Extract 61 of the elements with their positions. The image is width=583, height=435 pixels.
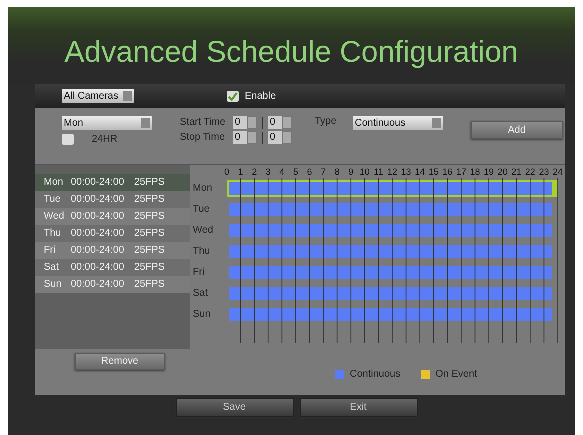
- hour-label: 20: [498, 167, 508, 177]
- exit-button[interactable]: Exit: [300, 398, 418, 417]
- day-label: Sun: [192, 309, 212, 320]
- schedule-entry[interactable]: Tue 00:00-24:00 25FPS: [35, 191, 190, 208]
- hour-label: 23: [539, 167, 550, 177]
- schedule-entry[interactable]: Thu 00:00-24:00 25FPS: [35, 225, 190, 242]
- type-dropdown[interactable]: Continuous: [353, 116, 443, 130]
- legend-label: Continuous: [350, 369, 401, 380]
- enable-checkbox[interactable]: [227, 90, 239, 102]
- hour-label: 2: [252, 167, 258, 177]
- enable-label: Enable: [245, 90, 276, 102]
- time-spinbox[interactable]: 0: [233, 131, 247, 144]
- hour-label: 6: [307, 167, 312, 177]
- hour-label: 24: [553, 167, 563, 177]
- day-label: Sat: [192, 288, 210, 299]
- day-timeline[interactable]: [227, 180, 558, 197]
- hour-label: 9: [348, 167, 354, 177]
- all-day-label: 24HR: [92, 134, 118, 145]
- schedule-entry[interactable]: Wed 00:00-24:00 25FPS: [35, 208, 190, 225]
- hour-label: 22: [525, 167, 536, 177]
- save-button[interactable]: Save: [176, 398, 294, 417]
- hour-label: 5: [293, 167, 298, 177]
- schedule-entry[interactable]: Sun 00:00-24:00 25FPS: [35, 276, 190, 293]
- hour-label: 7: [321, 167, 326, 177]
- remove-button[interactable]: Remove: [75, 353, 165, 370]
- time-label: Start Time: [180, 117, 227, 128]
- hour-label: 16: [442, 167, 453, 177]
- time-spinbox[interactable]: 0: [268, 116, 282, 129]
- schedule-entry[interactable]: Sat 00:00-24:00 25FPS: [35, 259, 190, 276]
- hour-label: 0: [224, 167, 230, 177]
- hour-label: 17: [456, 167, 466, 177]
- day-label: Wed: [192, 225, 214, 236]
- schedule-entry[interactable]: Fri 00:00-24:00 25FPS: [35, 242, 190, 259]
- hour-label: 19: [484, 167, 494, 177]
- hour-label: 1: [238, 167, 244, 177]
- type-label: Type: [315, 116, 338, 127]
- hour-label: 21: [512, 167, 522, 177]
- hour-label: 12: [388, 167, 398, 177]
- hour-label: 11: [374, 167, 384, 177]
- hour-label: 8: [334, 167, 340, 177]
- add-button[interactable]: Add: [471, 121, 563, 139]
- window-title: Advanced Schedule Configuration: [64, 36, 518, 70]
- day-label: Fri: [192, 267, 206, 278]
- day-label: Tue: [192, 204, 211, 215]
- hour-label: 18: [470, 167, 480, 177]
- hour-label: 3: [266, 167, 271, 177]
- hour-label: 15: [428, 167, 439, 177]
- hour-label: 14: [415, 167, 426, 177]
- hour-label: 4: [280, 167, 285, 177]
- time-spinbox[interactable]: 0: [268, 131, 282, 144]
- camera-dropdown[interactable]: All Cameras: [62, 89, 134, 103]
- all-day-checkbox[interactable]: [62, 134, 74, 145]
- day-dropdown[interactable]: Mon: [62, 116, 152, 130]
- time-label: Stop Time: [180, 132, 226, 143]
- hour-label: 10: [360, 167, 370, 177]
- hour-label: 13: [401, 167, 412, 177]
- schedule-entry[interactable]: Mon 00:00-24:00 25FPS: [35, 174, 190, 191]
- day-label: Mon: [192, 183, 214, 194]
- time-spinbox[interactable]: 0: [233, 116, 247, 129]
- day-label: Thu: [192, 246, 212, 257]
- legend-label: On Event: [436, 369, 478, 380]
